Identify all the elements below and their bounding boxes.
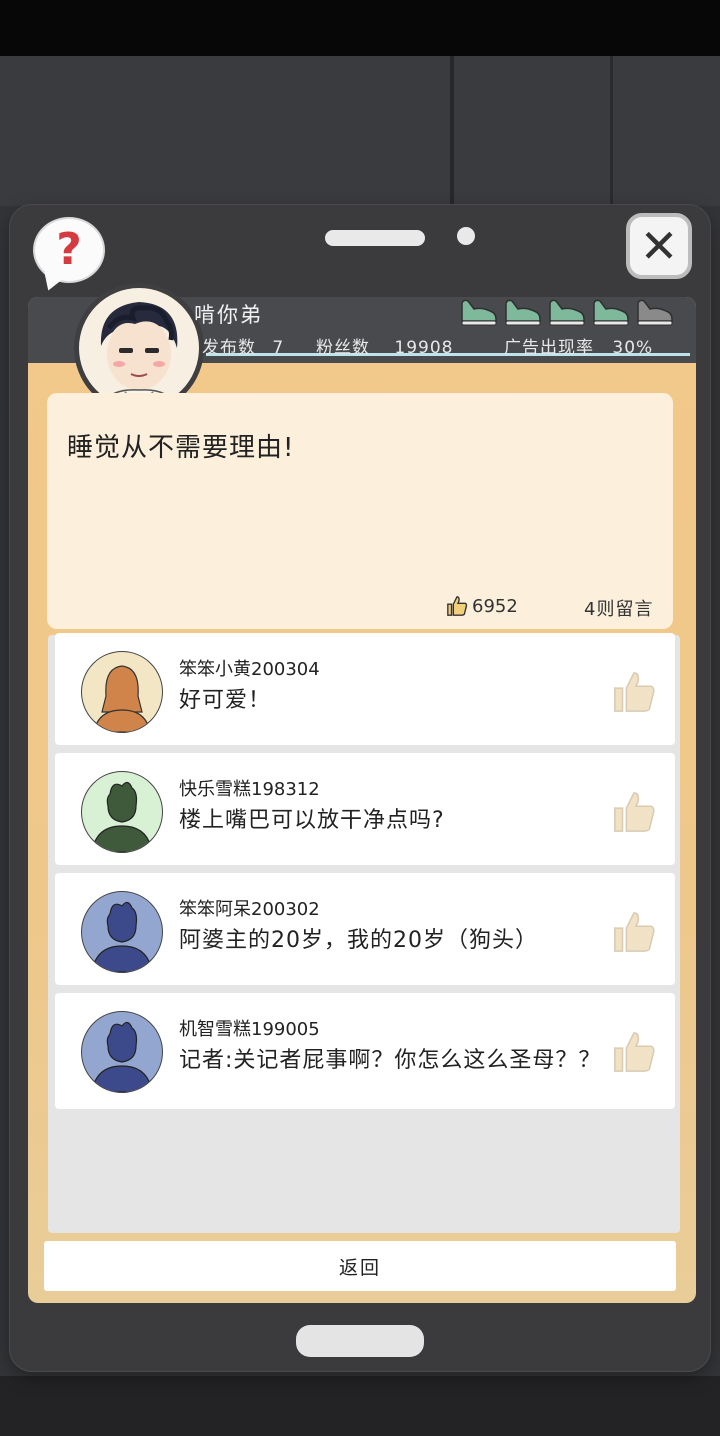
posts-label: 发布数: [202, 338, 256, 358]
back-button[interactable]: 返回: [44, 1241, 676, 1291]
speaker-slot: [325, 230, 425, 246]
post-likes[interactable]: 6952: [446, 595, 518, 617]
shoe-rating: [458, 297, 674, 327]
camera-dot: [457, 227, 475, 245]
comment-text: 阿婆主的20岁，我的20岁（狗头）: [179, 928, 538, 953]
character-portrait-icon: [98, 302, 180, 408]
male-avatar-icon: [81, 1011, 163, 1093]
thumbs-up-icon: [447, 596, 468, 616]
close-button[interactable]: ✕: [626, 213, 692, 279]
posts-value: 7: [272, 338, 285, 358]
ad-rate-label: 广告出现率: [504, 338, 594, 358]
comment-author: 笨笨小黄200304: [179, 659, 320, 680]
fans-stat: 粉丝数 19908: [316, 333, 454, 358]
phone-frame: ? ✕ 啃你弟 发布数 7 粉丝数 19908 广告出现率 30% 睡觉从不需要…: [10, 205, 710, 1371]
post-likes-count: 6952: [472, 595, 518, 617]
comment-author: 笨笨阿呆200302: [179, 899, 320, 920]
comment-card[interactable]: 机智雪糕199005 记者:关记者屁事啊？你怎么这么圣母？？: [55, 993, 675, 1109]
post-card: 睡觉从不需要理由!: [47, 393, 673, 629]
help-button[interactable]: ?: [33, 217, 105, 283]
shoe-rating-icon: [546, 297, 586, 327]
male-avatar-icon: [81, 891, 163, 973]
comment-text: 楼上嘴巴可以放干净点吗?: [179, 808, 445, 833]
ad-rate-value: 30%: [612, 338, 654, 358]
post-text: 睡觉从不需要理由!: [67, 433, 295, 463]
ad-rate-stat: 广告出现率 30%: [504, 333, 653, 358]
comment-like-icon[interactable]: [611, 789, 657, 839]
comment-card[interactable]: 笨笨阿呆200302 阿婆主的20岁，我的20岁（狗头）: [55, 873, 675, 985]
posts-stat: 发布数 7: [202, 333, 284, 358]
shoe-rating-icon: [458, 297, 498, 327]
shoe-rating-icon: [590, 297, 630, 327]
question-mark-icon: ?: [56, 224, 82, 275]
fans-label: 粉丝数: [316, 338, 370, 358]
comments-count: 4则留言: [584, 599, 654, 620]
comment-like-icon[interactable]: [611, 1029, 657, 1079]
fans-value: 19908: [394, 338, 454, 358]
comment-author: 机智雪糕199005: [179, 1019, 320, 1040]
comment-like-icon[interactable]: [611, 669, 657, 719]
profile-username: 啃你弟: [194, 303, 263, 327]
status-bar: [0, 0, 720, 56]
home-button[interactable]: [296, 1325, 424, 1357]
comment-card[interactable]: 笨笨小黄200304 好可爱！: [55, 633, 675, 745]
comment-text: 记者:关记者屁事啊？你怎么这么圣母？？: [179, 1048, 602, 1073]
close-icon: ✕: [639, 219, 679, 273]
male-avatar-icon: [81, 771, 163, 853]
female-avatar-icon: [81, 651, 163, 733]
shoe-rating-icon: [502, 297, 542, 327]
comment-card[interactable]: 快乐雪糕198312 楼上嘴巴可以放干净点吗?: [55, 753, 675, 865]
shoe-rating-icon: [634, 297, 674, 327]
comment-text: 好可爱！: [179, 688, 272, 713]
comment-like-icon[interactable]: [611, 909, 657, 959]
comment-author: 快乐雪糕198312: [179, 779, 320, 800]
